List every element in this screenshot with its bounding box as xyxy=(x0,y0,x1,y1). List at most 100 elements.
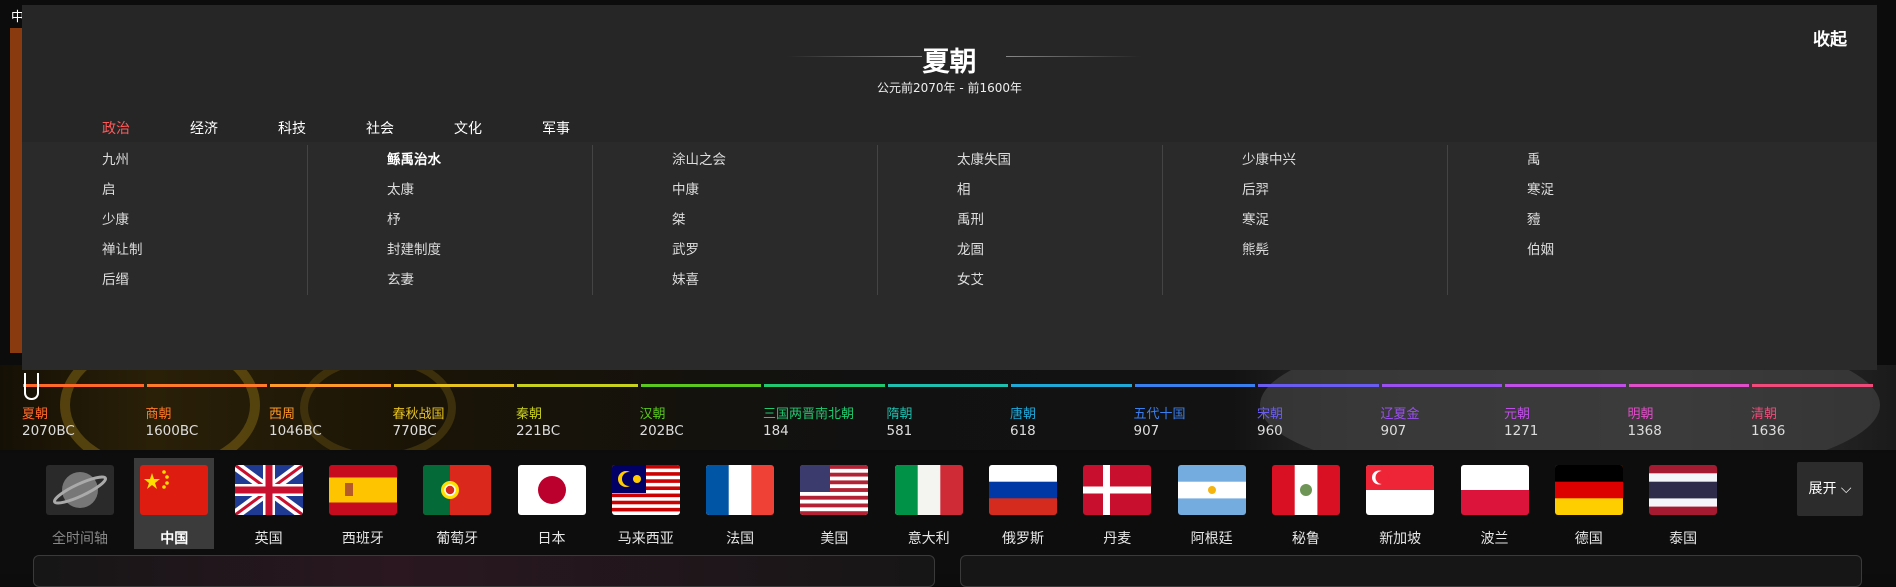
dynasty-label[interactable]: 商朝 xyxy=(146,403,172,422)
event-item[interactable]: 启 xyxy=(22,175,307,205)
country-russia[interactable]: 俄罗斯 xyxy=(983,458,1063,549)
country-name: 马来西亚 xyxy=(617,531,674,547)
event-item[interactable]: 玄妻 xyxy=(307,265,592,295)
country-globe-icon[interactable]: 全时间轴 xyxy=(40,458,120,549)
country-japan[interactable]: 日本 xyxy=(512,458,592,549)
dynasty-label[interactable]: 春秋战国 xyxy=(393,403,445,422)
dynasty-label[interactable]: 宋朝 xyxy=(1257,403,1283,422)
tab-1[interactable]: 经济 xyxy=(190,118,278,138)
flag-icon-france xyxy=(706,465,775,515)
flag-icon-japan xyxy=(517,465,586,515)
country-france[interactable]: 法国 xyxy=(700,458,780,549)
tab-3[interactable]: 社会 xyxy=(366,118,454,138)
flag-icon-china xyxy=(140,465,209,515)
tab-0[interactable]: 政治 xyxy=(102,118,190,138)
event-item[interactable]: 禅让制 xyxy=(22,235,307,265)
dynasty-label[interactable]: 唐朝 xyxy=(1010,403,1036,422)
country-malaysia[interactable]: 马来西亚 xyxy=(606,458,686,549)
timeline-segment xyxy=(1381,384,1502,387)
dynasty-label[interactable]: 夏朝 xyxy=(22,403,48,422)
event-item[interactable]: 熊髡 xyxy=(1162,235,1447,265)
event-item[interactable]: 妹喜 xyxy=(592,265,877,295)
dynasty-label[interactable]: 汉朝 xyxy=(640,403,666,422)
dynasty-label[interactable]: 五代十国 xyxy=(1134,403,1186,422)
country-italy[interactable]: 意大利 xyxy=(889,458,969,549)
dynasty-label[interactable]: 辽夏金 xyxy=(1381,403,1420,422)
tab-4[interactable]: 文化 xyxy=(454,118,542,138)
dynasty-period: 公元前2070年 - 前1600年 xyxy=(876,81,1023,95)
event-item[interactable]: 豷 xyxy=(1447,205,1732,235)
timeline-segment xyxy=(1258,384,1379,387)
event-item[interactable]: 鲧禹治水 xyxy=(307,145,592,175)
country-argentina[interactable]: 阿根廷 xyxy=(1172,458,1252,549)
event-item[interactable]: 涂山之会 xyxy=(592,145,877,175)
title-rule-right xyxy=(1006,56,1141,57)
expand-button[interactable]: 展开 ⌵ xyxy=(1797,462,1863,516)
event-item[interactable]: 封建制度 xyxy=(307,235,592,265)
event-item[interactable]: 少康 xyxy=(22,205,307,235)
event-item[interactable]: 九州 xyxy=(22,145,307,175)
country-name: 法国 xyxy=(726,531,755,547)
dynasty-label[interactable]: 隋朝 xyxy=(887,403,913,422)
country-uk[interactable]: 英国 xyxy=(229,458,309,549)
dynasty-year: 618 xyxy=(1010,423,1036,439)
event-item[interactable]: 伯姻 xyxy=(1447,235,1732,265)
tab-2[interactable]: 科技 xyxy=(278,118,366,138)
dynasty-year: 1600BC xyxy=(145,423,199,439)
event-item[interactable]: 桀 xyxy=(592,205,877,235)
dynasty-title: 夏朝 xyxy=(922,47,977,78)
country-thailand[interactable]: 泰国 xyxy=(1643,458,1723,549)
dynasty-label[interactable]: 三国两晋南北朝 xyxy=(763,403,854,422)
dynasty-label[interactable]: 元朝 xyxy=(1504,403,1530,422)
country-china[interactable]: 中国 xyxy=(134,458,215,549)
dynasty-year: 960 xyxy=(1257,423,1283,439)
background-left-bar xyxy=(10,28,22,353)
country-usa[interactable]: 美国 xyxy=(794,458,874,549)
timeline-segment xyxy=(764,384,885,387)
country-singapore[interactable]: 新加坡 xyxy=(1360,458,1440,549)
dynasty-label[interactable]: 秦朝 xyxy=(516,403,542,422)
event-item[interactable]: 武罗 xyxy=(592,235,877,265)
country-peru[interactable]: 秘鲁 xyxy=(1266,458,1346,549)
country-name: 阿根廷 xyxy=(1190,531,1233,547)
dynasty-label[interactable]: 西周 xyxy=(269,403,295,422)
dynasty-label[interactable]: 明朝 xyxy=(1628,403,1654,422)
event-item[interactable]: 后羿 xyxy=(1162,175,1447,205)
event-item[interactable]: 杼 xyxy=(307,205,592,235)
country-name: 全时间轴 xyxy=(52,531,108,547)
event-item[interactable]: 后缗 xyxy=(22,265,307,295)
dynasty-year: 907 xyxy=(1380,423,1407,439)
flag-icon-argentina xyxy=(1177,465,1246,515)
timeline-segment xyxy=(1011,384,1132,387)
country-name: 波兰 xyxy=(1480,531,1509,547)
event-item[interactable]: 少康中兴 xyxy=(1162,145,1447,175)
dynasty-year: 581 xyxy=(886,423,913,439)
event-item[interactable]: 中康 xyxy=(592,175,877,205)
event-item[interactable]: 寒浞 xyxy=(1162,205,1447,235)
country-portugal[interactable]: 葡萄牙 xyxy=(417,458,497,549)
event-item[interactable]: 禹刑 xyxy=(877,205,1162,235)
event-column: 禹寒浞豷伯姻 xyxy=(1447,145,1732,295)
timeline-segment xyxy=(393,384,514,387)
event-item[interactable]: 女艾 xyxy=(877,265,1162,295)
country-poland[interactable]: 波兰 xyxy=(1455,458,1535,549)
timeline-segment xyxy=(517,384,638,387)
event-item[interactable]: 太康 xyxy=(307,175,592,205)
event-item[interactable]: 太康失国 xyxy=(877,145,1162,175)
event-item[interactable]: 龙圄 xyxy=(877,235,1162,265)
country-spain[interactable]: 西班牙 xyxy=(323,458,403,549)
timeline-segment xyxy=(23,384,144,387)
country-denmark[interactable]: 丹麦 xyxy=(1077,458,1157,549)
dynasty-label[interactable]: 清朝 xyxy=(1751,403,1777,422)
timeline-segment xyxy=(1752,384,1873,387)
event-item[interactable]: 相 xyxy=(877,175,1162,205)
dynasty-year: 907 xyxy=(1133,423,1160,439)
country-name: 新加坡 xyxy=(1379,531,1422,547)
event-item[interactable]: 寒浞 xyxy=(1447,175,1732,205)
flag-icon-spain xyxy=(328,465,397,515)
country-germany[interactable]: 德国 xyxy=(1549,458,1629,549)
flag-icon-portugal xyxy=(423,465,492,515)
timeline-drag-handle[interactable] xyxy=(24,373,39,400)
event-item[interactable]: 禹 xyxy=(1447,145,1732,175)
tab-5[interactable]: 军事 xyxy=(542,118,630,138)
